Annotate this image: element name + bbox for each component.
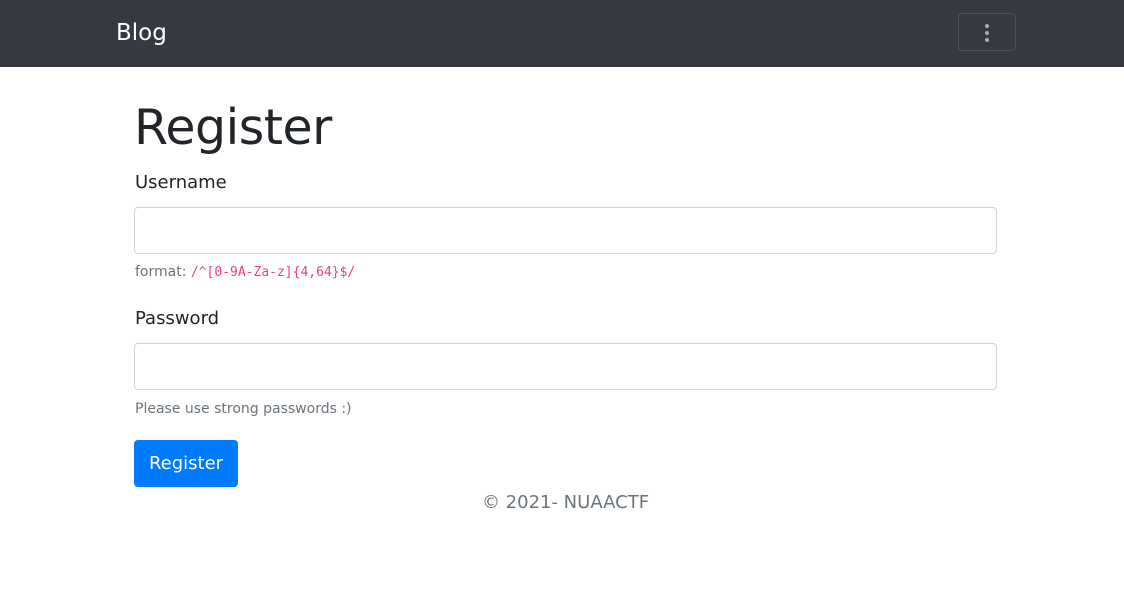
register-button[interactable]: Register [134,440,238,487]
username-format-pattern: /^[0-9A-Za-z]{4,64}$/ [190,265,356,280]
navbar-brand[interactable]: Blog [116,17,167,49]
page-title: Register [134,99,332,156]
username-help-text: format: /^[0-9A-Za-z]{4,64}$/ [135,263,355,282]
username-help-prefix: format: [135,264,191,280]
username-label: Username [135,172,227,193]
password-input[interactable] [134,343,997,390]
username-input[interactable] [134,207,997,254]
password-help-text: Please use strong passwords :) [135,401,352,417]
navbar: Blog [0,0,1124,67]
vertical-ellipsis-icon [985,24,990,42]
footer-copyright: © 2021- NUAACTF [481,492,650,513]
password-label: Password [135,308,220,329]
navbar-toggler-button[interactable] [958,13,1016,51]
